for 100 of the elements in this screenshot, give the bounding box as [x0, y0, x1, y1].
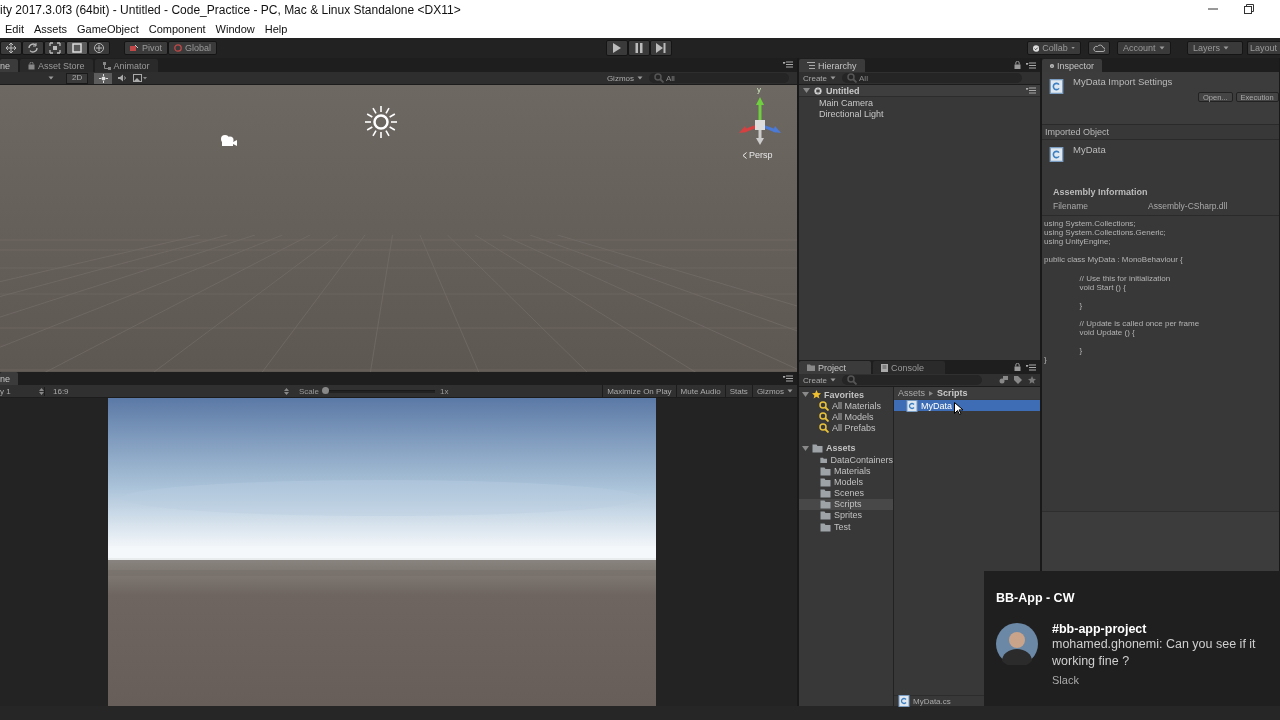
panel-tab[interactable]: Project [799, 361, 871, 374]
create-dropdown[interactable]: Create [803, 375, 836, 385]
expand-arrow-icon[interactable] [802, 444, 809, 452]
expand-arrow-icon[interactable] [803, 87, 810, 94]
pivot-icon [130, 44, 139, 52]
panel-menu-icon[interactable] [783, 375, 793, 382]
rotate-tool-button[interactable] [22, 41, 44, 55]
panel-tab[interactable]: Inspector [1042, 59, 1102, 72]
breadcrumb-item[interactable]: Assets [898, 388, 925, 398]
favorite-item[interactable]: All Materials [832, 400, 881, 411]
star-icon[interactable] [1028, 376, 1036, 384]
step-button[interactable] [650, 40, 672, 56]
hierarchy-item[interactable]: Directional Light [819, 108, 884, 119]
folder-item[interactable]: Sprites [799, 509, 893, 522]
notification-message: mohamed.ghonemi: Can you see if it working fine ? [1052, 636, 1257, 670]
search-field[interactable] [842, 375, 982, 385]
global-button[interactable]: Global [168, 41, 218, 55]
notification-source: Slack [1052, 674, 1080, 686]
tag-icon[interactable] [1014, 376, 1022, 384]
favorite-item[interactable]: All Models [832, 411, 874, 422]
menu-item[interactable]: Help [259, 23, 293, 35]
panel-menu-icon[interactable] [1026, 61, 1036, 69]
folder-item[interactable]: Models [799, 476, 893, 488]
search-icon [847, 73, 857, 83]
cloud-button[interactable] [1088, 41, 1110, 55]
layout-button[interactable]: Layout [1247, 41, 1280, 55]
favorite-item[interactable]: All Prefabs [832, 423, 876, 434]
search-icon [819, 423, 829, 434]
pivot-button[interactable]: Pivot [124, 41, 168, 55]
panel-menu-icon[interactable] [1026, 87, 1036, 94]
play-button[interactable] [606, 40, 628, 56]
projection-label[interactable]: Persp [742, 150, 773, 160]
create-dropdown[interactable]: Create [803, 73, 836, 83]
scale-tool-button[interactable] [44, 41, 66, 55]
menu-item[interactable]: GameObject [72, 23, 144, 35]
folder-item[interactable]: DataContainers [799, 453, 893, 466]
search-field[interactable]: All [649, 73, 789, 83]
lock-icon[interactable] [1014, 61, 1021, 69]
transform-tool-button[interactable] [88, 41, 110, 55]
folder-item[interactable]: Materials [799, 465, 893, 477]
layers-button[interactable]: Layers [1187, 41, 1243, 55]
hierarchy-item[interactable]: Main Camera [819, 97, 874, 108]
folder-item[interactable]: Scripts [799, 498, 893, 510]
file-item[interactable]: MyData [894, 400, 1040, 411]
panel-menu-icon[interactable] [1026, 363, 1036, 371]
panel-tab[interactable]: Console [873, 361, 945, 374]
rect-tool-button[interactable] [66, 41, 88, 55]
inspector-title: MyData Import Settings [1073, 76, 1173, 87]
tree-heading[interactable]: Favorites [824, 389, 865, 400]
lock-icon[interactable] [1014, 363, 1021, 371]
toggle-button[interactable]: Mute Audio [675, 385, 725, 397]
toggle-button[interactable]: Maximize On Play [602, 385, 676, 397]
menu-item[interactable]: Window [210, 23, 260, 35]
panel-tab[interactable]: ne [0, 59, 18, 72]
filter-type-icon[interactable] [999, 376, 1008, 384]
gizmos-dropdown[interactable]: Gizmos [751, 385, 797, 397]
toggle-button[interactable]: Stats [724, 385, 752, 397]
section-heading: Imported Object [1045, 127, 1110, 137]
lighting-toggle[interactable] [94, 72, 113, 84]
2d-toggle[interactable]: 2D [66, 72, 89, 84]
aspect-dropdown[interactable]: 16:9 [44, 386, 293, 396]
script-code: using System.Collections; using System.Collections.Generic; using UnityEngine; public class MyData : MonoBehaviour { // Use this for initialization void Start () { } // Update is called once per frame void Update () { } } [1043, 218, 1201, 367]
panel-tab[interactable]: Animator [94, 59, 158, 72]
collab-button[interactable]: Collab [1027, 41, 1081, 55]
restore-icon[interactable] [1244, 4, 1254, 14]
info-icon [1050, 61, 1054, 70]
panel-tab[interactable]: Hierarchy [799, 59, 865, 72]
console-icon [881, 363, 888, 372]
move-tool-icon [5, 42, 17, 54]
folder-item[interactable]: Test [799, 521, 893, 533]
breadcrumb-item[interactable]: Scripts [937, 388, 968, 398]
nodes-icon [102, 61, 111, 70]
expand-arrow-icon[interactable] [802, 391, 809, 399]
axis-label: y [757, 85, 761, 94]
star-icon [812, 390, 821, 400]
menu-item[interactable]: Assets [28, 23, 72, 35]
store-bag-icon [28, 61, 35, 70]
cloud-icon [1093, 44, 1105, 52]
panel-tab[interactable]: Asset Store [20, 59, 93, 72]
search-field[interactable]: All [842, 73, 1022, 83]
gizmos-dropdown[interactable]: Gizmos [606, 73, 643, 83]
panel-tab[interactable]: ne [0, 372, 18, 385]
script-file-icon [1049, 78, 1064, 95]
caret-icon [787, 388, 793, 394]
panel-menu-icon[interactable] [783, 61, 793, 68]
caret-icon [1158, 45, 1165, 51]
tree-heading[interactable]: Assets [826, 443, 856, 454]
pause-button[interactable] [628, 40, 650, 56]
display-dropdown[interactable]: y 1 [0, 386, 44, 396]
folder-item[interactable]: Scenes [799, 487, 893, 499]
script-file-icon [906, 399, 918, 412]
menu-item[interactable]: Edit [0, 23, 29, 35]
account-button[interactable]: Account [1117, 41, 1171, 55]
audio-icon[interactable] [118, 74, 128, 82]
move-tool-button[interactable] [0, 41, 22, 55]
slider-thumb[interactable] [322, 386, 329, 394]
scale-tool-icon [49, 42, 61, 54]
image-effects-icon[interactable] [133, 74, 148, 82]
menu-item[interactable]: Component [143, 23, 211, 35]
caret-icon [1070, 45, 1075, 51]
